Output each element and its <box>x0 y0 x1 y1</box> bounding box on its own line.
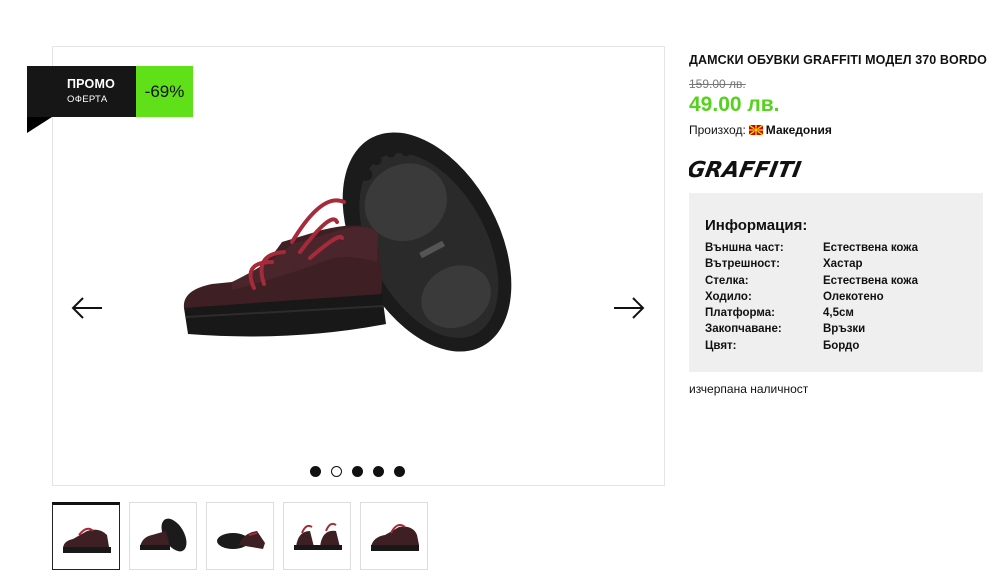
promo-badge: ПРОМО ОФЕРТА <box>27 66 136 117</box>
info-key: Ходило: <box>705 290 752 303</box>
info-value: Естествена кожа <box>823 242 918 254</box>
info-key: Цвят: <box>705 339 737 352</box>
info-row: Вътрешност: Хастар <box>705 258 918 274</box>
product-title: ДАМСКИ ОБУВКИ GRAFFITI МОДЕЛ 370 BORDO <box>689 53 987 67</box>
old-price: 159.00 лв. <box>689 77 746 91</box>
info-value: 4,5см <box>823 307 854 320</box>
info-panel: Информация: Външна част: Естествена кожа … <box>689 193 983 372</box>
origin-label: Произход: <box>689 123 746 137</box>
info-row: Външна част: Естествена кожа <box>705 242 918 258</box>
promo-title: ПРОМО <box>67 77 116 91</box>
info-value: Хастар <box>823 258 863 271</box>
gallery-dot-4[interactable] <box>373 466 384 477</box>
current-price: 49.00 лв. <box>689 93 780 116</box>
arrow-right-icon[interactable] <box>612 294 646 322</box>
info-value: Връзки <box>823 323 866 336</box>
origin-row: Произход: Македония <box>689 123 832 137</box>
info-value: Естествена кожа <box>823 274 918 287</box>
thumbnail-strip <box>52 502 428 570</box>
thumbnail-5[interactable] <box>360 502 428 570</box>
info-row: Платформа: 4,5см <box>705 307 918 323</box>
info-key: Външна част: <box>705 242 784 254</box>
info-key: Платформа: <box>705 307 775 320</box>
thumbnail-2[interactable] <box>129 502 197 570</box>
info-heading: Информация: <box>705 217 808 234</box>
thumbnail-image <box>217 531 265 549</box>
thumbnail-image <box>371 524 419 551</box>
info-value: Бордо <box>823 339 860 352</box>
gallery-dot-1[interactable] <box>310 466 321 477</box>
info-key: Закопчаване: <box>705 323 782 336</box>
info-key: Стелка: <box>705 274 749 287</box>
info-row: Ходило: Олекотено <box>705 291 918 307</box>
thumbnail-4[interactable] <box>283 502 351 570</box>
thumbnail-image <box>63 527 111 553</box>
gallery-dot-5[interactable] <box>394 466 405 477</box>
info-row: Цвят: Бордо <box>705 340 918 356</box>
arrow-left-icon[interactable] <box>70 294 104 322</box>
macedonia-flag-icon <box>748 125 763 135</box>
gallery-dot-3[interactable] <box>352 466 363 477</box>
thumbnail-3[interactable] <box>206 502 274 570</box>
brand-logo[interactable]: GRAFFITI <box>689 150 811 186</box>
origin-country: Македония <box>765 123 832 137</box>
info-row: Закопчаване: Връзки <box>705 323 918 339</box>
thumbnail-image <box>140 518 187 552</box>
thumbnail-image <box>294 522 342 550</box>
info-value: Олекотено <box>823 290 884 303</box>
promo-ribbon-fold <box>27 117 52 133</box>
brand-logo-text: GRAFFITI <box>689 157 803 183</box>
stock-status: изчерпана наличност <box>689 382 809 396</box>
info-key: Вътрешност: <box>705 258 781 271</box>
promo-subtitle: ОФЕРТА <box>67 94 108 105</box>
main-product-image[interactable] <box>172 112 532 352</box>
discount-badge: -69% <box>136 66 193 117</box>
thumbnail-1[interactable] <box>52 502 120 570</box>
info-table: Външна част: Естествена кожа Вътрешност: Х… <box>705 242 918 356</box>
gallery-dot-2[interactable] <box>331 466 342 477</box>
info-row: Стелка: Естествена кожа <box>705 275 918 291</box>
gallery-pagination <box>310 466 405 478</box>
